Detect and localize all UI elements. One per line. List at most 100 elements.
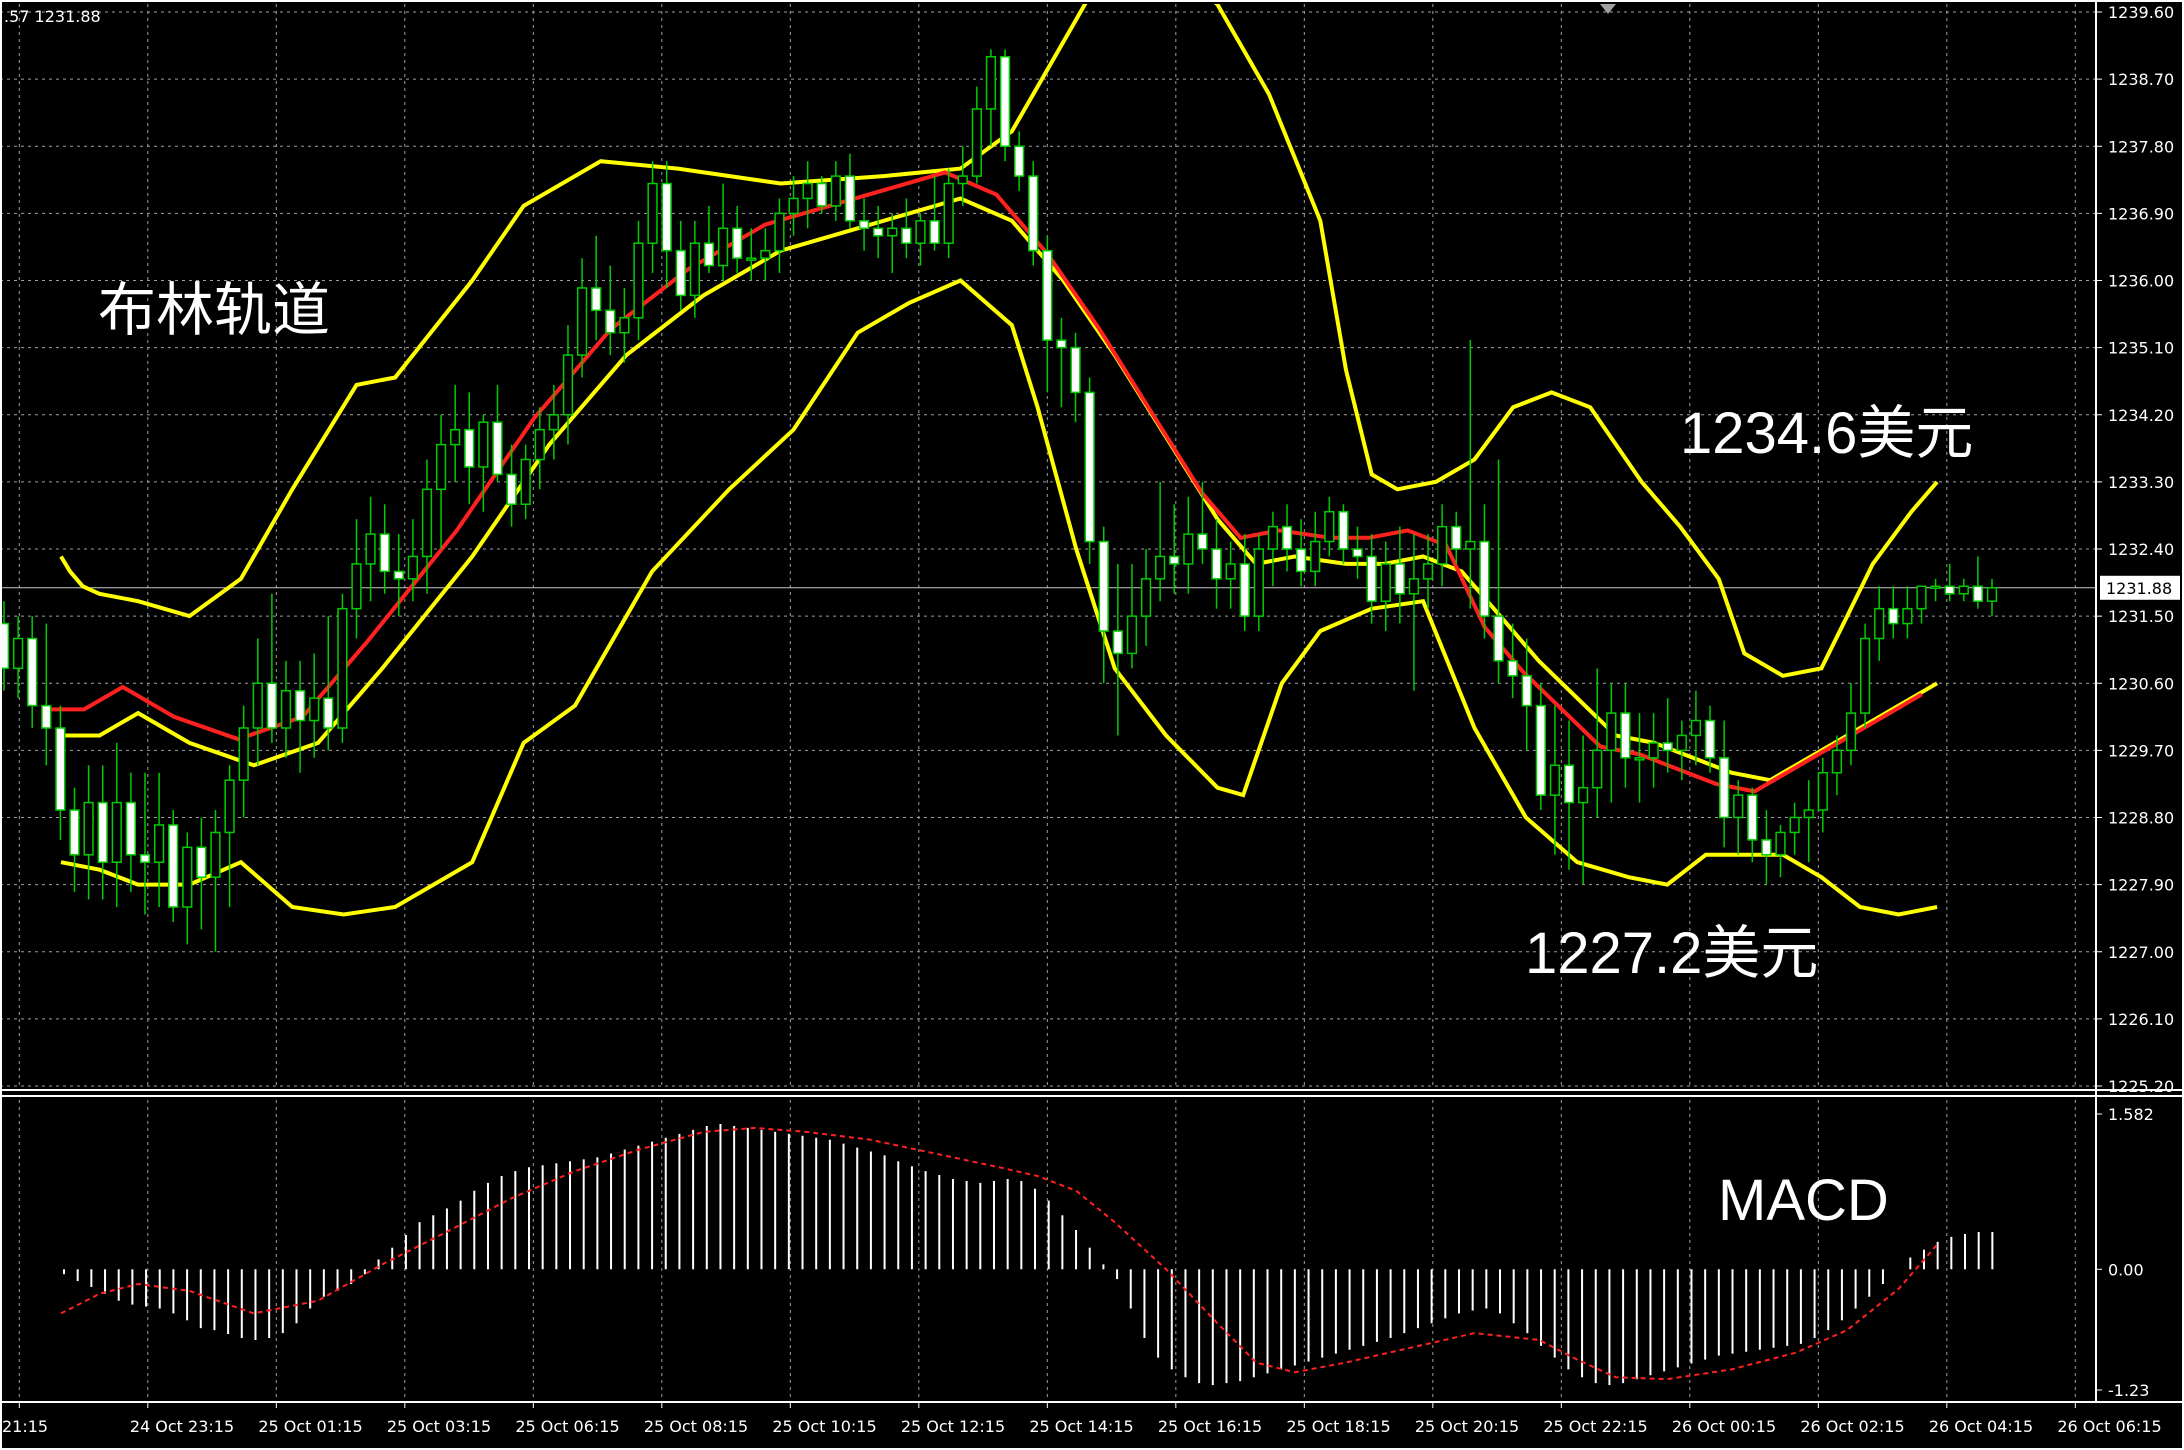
candle-body: [379, 533, 390, 573]
candle-body: [41, 704, 52, 729]
candle-body: [1479, 540, 1490, 617]
candle-body: [27, 637, 38, 707]
candle-body: [1394, 563, 1405, 595]
macd-tick-label: 1.582: [2108, 1105, 2154, 1124]
candle-body: [168, 824, 179, 908]
candle-body: [1733, 794, 1744, 819]
candle-body: [661, 182, 672, 252]
candle-body: [55, 727, 66, 811]
candle-body: [393, 570, 404, 580]
candle-body: [1408, 578, 1420, 595]
price-tick-label: 1230.60: [2108, 674, 2174, 693]
candle-body: [788, 197, 799, 215]
candle-body: [365, 533, 376, 565]
candle-body: [1239, 563, 1250, 617]
candle-body: [1126, 615, 1138, 655]
candle-body: [1592, 749, 1603, 789]
time-tick-label: 25 Oct 22:15: [1543, 1417, 1647, 1436]
candle-body: [1549, 764, 1561, 796]
time-tick-label: 25 Oct 18:15: [1286, 1417, 1390, 1436]
candle-body: [1944, 585, 1955, 595]
candle-body: [1098, 540, 1109, 632]
candle-body: [1789, 816, 1800, 834]
candle-body: [210, 831, 221, 878]
candle-body: [675, 249, 686, 297]
candle-body: [1577, 786, 1589, 804]
price-tick-label: 1232.40: [2108, 540, 2174, 559]
time-tick-label: 25 Oct 16:15: [1158, 1417, 1262, 1436]
time-tick-label: 25 Oct 03:15: [387, 1417, 491, 1436]
candle: [999, 49, 1011, 162]
price-tick-label: 1236.90: [2108, 204, 2174, 223]
candle-body: [1042, 249, 1053, 341]
candle-body: [1366, 555, 1377, 602]
candle-body: [83, 801, 94, 856]
candle-body: [337, 607, 348, 729]
bollinger-label: 布林轨道: [98, 278, 330, 343]
candle-body: [351, 563, 362, 610]
candle-body: [858, 220, 870, 230]
candle-body: [1183, 533, 1194, 565]
candle-body: [1718, 757, 1730, 819]
price-tick-label: 1238.70: [2108, 70, 2174, 89]
candle-body: [266, 682, 278, 729]
current-price-label: 1231.88: [2106, 579, 2172, 598]
candle-body: [1775, 831, 1786, 856]
candle-body: [1296, 548, 1307, 573]
candle-body: [887, 227, 898, 237]
candle-body: [1803, 809, 1814, 819]
candle-body: [1916, 585, 1927, 610]
macd-tick-label: 0.00: [2108, 1260, 2144, 1279]
candle-body: [1831, 749, 1843, 774]
candle-body: [182, 846, 193, 908]
macd-tick-label: -1.23: [2108, 1381, 2149, 1400]
candle-body: [1930, 585, 1941, 590]
time-tick-label: 25 Oct 06:15: [515, 1417, 619, 1436]
candle-body: [802, 182, 813, 200]
candle-body: [252, 682, 263, 729]
candle-body: [450, 428, 461, 446]
candle-body: [1845, 712, 1857, 752]
candle-body: [1563, 764, 1575, 804]
candle-body: [323, 697, 334, 729]
candle-body: [1888, 607, 1899, 625]
candle-body: [1422, 563, 1434, 580]
candle-body: [1634, 757, 1645, 761]
candle-body: [844, 175, 856, 222]
candle-body: [1493, 615, 1504, 662]
candle-body: [929, 220, 940, 244]
candle-body: [153, 824, 165, 863]
price-tick-label: 1235.10: [2108, 339, 2174, 358]
candle-body: [1267, 525, 1279, 550]
candle-body: [407, 555, 419, 580]
candle-body: [139, 854, 151, 864]
candle-body: [1704, 719, 1716, 759]
candle-body: [1084, 391, 1095, 543]
candle-body: [506, 473, 517, 505]
candle-body: [576, 287, 588, 356]
candle-body: [1338, 510, 1349, 550]
candle-body: [943, 182, 954, 244]
candle-body: [520, 458, 531, 505]
time-tick-label: 25 Oct 08:15: [644, 1417, 748, 1436]
candle-body: [1014, 145, 1025, 177]
candle-body: [873, 227, 884, 237]
candle-body: [464, 428, 475, 468]
candle-body: [774, 212, 785, 252]
candle-body: [548, 414, 559, 431]
candle-body: [1606, 712, 1617, 752]
candle-body: [69, 809, 80, 856]
candle-body: [1028, 175, 1039, 252]
time-tick-label: 26 Oct 02:15: [1800, 1417, 1904, 1436]
candle-body: [1169, 555, 1180, 565]
candle-body: [492, 421, 503, 476]
candle-body: [280, 689, 292, 729]
price-tick-label: 1234.20: [2108, 406, 2174, 425]
chart-canvas: 1239.60 1238.70 1237.80 1236.90 1236.00 1235.…: [0, 0, 2184, 1450]
candle-body: [421, 488, 433, 558]
candle-body: [915, 220, 926, 244]
candle-body: [1972, 585, 1984, 602]
price-tick-label: 1226.10: [2108, 1010, 2174, 1029]
candle-body: [901, 227, 912, 244]
candle-body: [1761, 839, 1772, 856]
